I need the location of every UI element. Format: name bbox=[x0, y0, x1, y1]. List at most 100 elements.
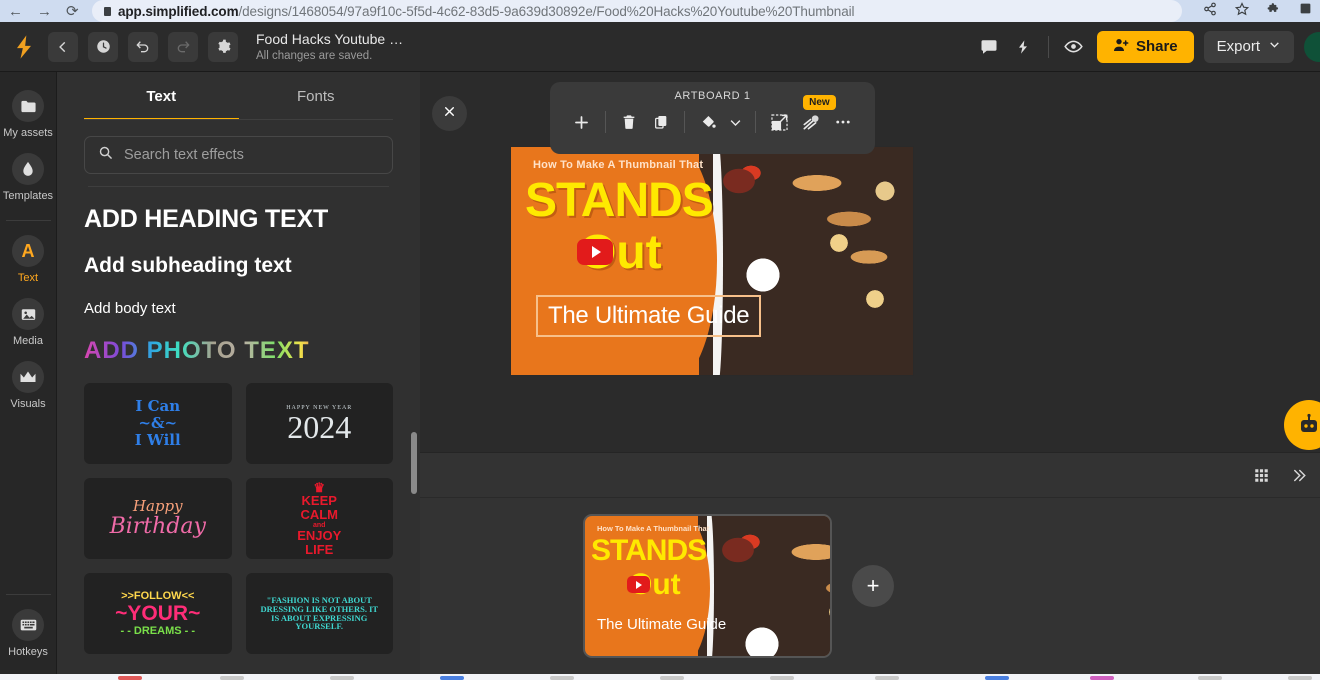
effect-line: ~YOUR~ bbox=[115, 601, 201, 625]
tab-fonts[interactable]: Fonts bbox=[239, 72, 394, 120]
effect-preview: "FASHION IS NOT ABOUT DRESSING LIKE OTHE… bbox=[260, 594, 379, 632]
effect-preview: I Can ~&~ I Will bbox=[135, 396, 181, 450]
collapse-panel-button[interactable] bbox=[432, 96, 467, 131]
panel-scrollbar[interactable] bbox=[411, 432, 417, 494]
avatar[interactable] bbox=[1304, 31, 1320, 62]
tab-text[interactable]: Text bbox=[84, 72, 239, 120]
preset-add-heading-text[interactable]: ADD HEADING TEXT bbox=[84, 205, 393, 234]
preset-add-body-text[interactable]: Add body text bbox=[84, 300, 393, 317]
effect-line: KEEP bbox=[301, 493, 337, 509]
document-title[interactable]: Food Hacks Youtube … bbox=[256, 31, 403, 47]
add-page-button[interactable]: + bbox=[852, 565, 894, 607]
sidebar-item-my-assets[interactable]: My assets bbox=[0, 90, 57, 139]
taskbar-item[interactable] bbox=[118, 676, 142, 680]
effect-line: ♛ bbox=[313, 479, 326, 495]
sidebar-item-hotkeys[interactable]: Hotkeys bbox=[0, 609, 57, 658]
comment-bubble-icon[interactable] bbox=[972, 30, 1006, 64]
history-button[interactable] bbox=[88, 31, 118, 62]
more-options-button[interactable] bbox=[827, 107, 859, 137]
search-input[interactable] bbox=[124, 147, 379, 163]
share-icon[interactable] bbox=[1203, 2, 1217, 21]
sidebar-item-text[interactable]: A Text bbox=[0, 235, 57, 284]
left-rail: My assets Templates A Text Media Visuals… bbox=[0, 72, 57, 680]
page-thumbnail[interactable]: How To Make A Thumbnail That STANDS Out … bbox=[585, 516, 830, 656]
page-thumb-headline1: STANDS bbox=[591, 534, 707, 567]
back-button[interactable] bbox=[48, 31, 78, 62]
toolbar-divider bbox=[1047, 35, 1049, 58]
taskbar-item[interactable] bbox=[1288, 676, 1312, 680]
export-button[interactable]: Export bbox=[1203, 30, 1294, 63]
effect-card-happy-birthday[interactable]: Happy Birthday bbox=[84, 478, 232, 559]
copy-icon bbox=[654, 116, 667, 129]
resize-artboard-button[interactable] bbox=[763, 107, 795, 137]
site-info-lock-icon[interactable] bbox=[104, 6, 111, 16]
effect-card-fashion-quote[interactable]: "FASHION IS NOT ABOUT DRESSING LIKE OTHE… bbox=[245, 573, 393, 654]
bookmark-star-icon[interactable] bbox=[1234, 1, 1250, 21]
effect-line: I Can bbox=[135, 396, 181, 415]
grid-view-icon[interactable] bbox=[1254, 468, 1269, 483]
add-artboard-button[interactable] bbox=[566, 107, 598, 137]
lightning-bolt-icon[interactable] bbox=[1006, 30, 1040, 64]
taskbar-item[interactable] bbox=[440, 676, 464, 680]
address-bar[interactable]: app.simplified.com/designs/1468054/97a9f… bbox=[92, 0, 1182, 22]
preset-add-photo-text[interactable]: ADD PHOTO TEXT bbox=[84, 337, 393, 365]
search-box[interactable] bbox=[84, 136, 393, 174]
page-thumb-subtitle: The Ultimate Guide bbox=[597, 616, 727, 633]
forward-arrow-icon[interactable]: → bbox=[37, 4, 52, 19]
taskbar-item[interactable] bbox=[770, 676, 794, 680]
eye-icon[interactable] bbox=[1057, 30, 1091, 64]
artboard-canvas[interactable]: How To Make A Thumbnail That STANDS Out … bbox=[511, 147, 913, 375]
delete-artboard-button[interactable] bbox=[613, 107, 645, 137]
artboard-toolbar-icons: New bbox=[550, 95, 875, 142]
url-domain: app.simplified.com bbox=[118, 3, 239, 19]
settings-button[interactable] bbox=[208, 31, 238, 62]
undo-button[interactable] bbox=[128, 31, 158, 62]
taskbar-item[interactable] bbox=[985, 676, 1009, 680]
artboard-kicker-text[interactable]: How To Make A Thumbnail That bbox=[533, 159, 703, 171]
effect-card-i-can-i-will[interactable]: I Can ~&~ I Will bbox=[84, 383, 232, 464]
taskbar-item[interactable] bbox=[1090, 676, 1114, 680]
browser-actions bbox=[1203, 0, 1312, 22]
duplicate-artboard-button[interactable] bbox=[645, 107, 677, 137]
back-arrow-icon[interactable]: ← bbox=[8, 4, 23, 19]
document-meta: Food Hacks Youtube … All changes are sav… bbox=[256, 31, 403, 62]
profile-square-icon[interactable] bbox=[1299, 2, 1312, 20]
effect-line: - - DREAMS - - bbox=[120, 625, 196, 638]
rail-divider bbox=[5, 220, 51, 221]
sidebar-item-templates[interactable]: Templates bbox=[0, 153, 57, 202]
reload-icon[interactable]: ⟳ bbox=[66, 4, 79, 19]
artboard-headline-line1[interactable]: STANDS bbox=[525, 177, 714, 225]
taskbar-item[interactable] bbox=[875, 676, 899, 680]
sidebar-item-media[interactable]: Media bbox=[0, 298, 57, 347]
simplified-logo[interactable] bbox=[10, 33, 38, 61]
canvas-area[interactable]: ARTBOARD 1 New How To Make A Thumbnail T… bbox=[420, 72, 1320, 452]
effect-preview: HAPPY NEW YEAR 2024 bbox=[286, 405, 352, 443]
effect-card-keep-calm-enjoy-life[interactable]: ♛ KEEP CALM and ENJOY LIFE bbox=[245, 478, 393, 559]
chevron-left-icon bbox=[59, 41, 66, 52]
os-taskbar bbox=[0, 674, 1320, 680]
ai-assistant-button[interactable] bbox=[1284, 400, 1320, 450]
redo-button[interactable] bbox=[168, 31, 198, 62]
extensions-puzzle-icon[interactable] bbox=[1267, 2, 1281, 21]
fill-color-button[interactable] bbox=[692, 107, 724, 137]
taskbar-item[interactable] bbox=[220, 676, 244, 680]
tab-text-label: Text bbox=[146, 87, 177, 105]
taskbar-item[interactable] bbox=[330, 676, 354, 680]
taskbar-item[interactable] bbox=[1198, 676, 1222, 680]
sidebar-item-visuals[interactable]: Visuals bbox=[0, 361, 57, 410]
artboard-toolbar: ARTBOARD 1 New bbox=[550, 82, 875, 154]
effect-card-follow-your-dreams[interactable]: >>FOLLOW<< ~YOUR~ - - DREAMS - - bbox=[84, 573, 232, 654]
taskbar-item[interactable] bbox=[660, 676, 684, 680]
gear-icon bbox=[217, 39, 231, 53]
share-button[interactable]: Share bbox=[1096, 30, 1194, 63]
preset-add-subheading-text[interactable]: Add subheading text bbox=[84, 254, 393, 278]
plus-icon: + bbox=[866, 573, 880, 598]
fill-dropdown-button[interactable] bbox=[724, 107, 748, 137]
chevron-down-icon bbox=[1268, 38, 1281, 55]
effect-card-happy-new-year-2024[interactable]: HAPPY NEW YEAR 2024 bbox=[245, 383, 393, 464]
taskbar-item[interactable] bbox=[550, 676, 574, 680]
close-panel-icon[interactable] bbox=[1291, 468, 1306, 483]
magic-effects-button[interactable]: New bbox=[795, 95, 836, 137]
artboard-subtitle-box[interactable]: The Ultimate Guide bbox=[536, 295, 762, 337]
save-status: All changes are saved. bbox=[256, 50, 373, 62]
